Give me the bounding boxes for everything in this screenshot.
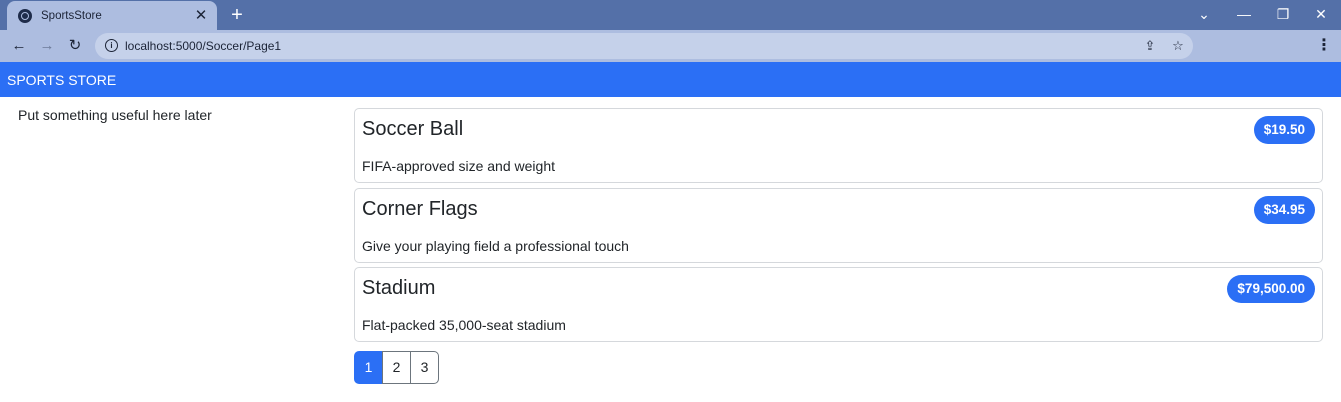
- url-text[interactable]: localhost:5000/Soccer/Page1: [125, 33, 281, 59]
- product-description: Flat-packed 35,000-seat stadium: [362, 317, 566, 333]
- pagination: 1 2 3: [354, 351, 439, 384]
- site-info-icon[interactable]: i: [105, 39, 118, 52]
- share-icon[interactable]: ⇪: [1141, 33, 1159, 59]
- minimize-icon[interactable]: —: [1224, 0, 1264, 30]
- reload-icon[interactable]: ↻: [64, 35, 86, 57]
- product-card: Soccer Ball $19.50 FIFA-approved size an…: [354, 108, 1323, 183]
- address-bar[interactable]: i localhost:5000/Soccer/Page1 ⇪ ☆: [95, 33, 1193, 59]
- forward-icon[interactable]: →: [36, 35, 58, 57]
- window-close-icon[interactable]: ✕: [1301, 0, 1341, 30]
- sidebar-placeholder-text: Put something useful here later: [18, 107, 212, 123]
- new-tab-button[interactable]: +: [226, 4, 248, 26]
- browser-tab[interactable]: SportsStore ✕: [7, 1, 217, 30]
- page-button-1[interactable]: 1: [354, 351, 383, 384]
- back-icon[interactable]: ←: [8, 35, 30, 57]
- page-button-3[interactable]: 3: [410, 351, 439, 384]
- product-description: FIFA-approved size and weight: [362, 158, 555, 174]
- browser-tab-strip: SportsStore ✕ + ⌄ — ❐ ✕: [0, 0, 1341, 30]
- product-name: Corner Flags: [362, 198, 478, 220]
- product-card: Corner Flags $34.95 Give your playing fi…: [354, 188, 1323, 263]
- bookmark-star-icon[interactable]: ☆: [1169, 33, 1187, 59]
- browser-menu-icon[interactable]: ⋮: [1316, 35, 1332, 57]
- page-button-2[interactable]: 2: [382, 351, 411, 384]
- restore-icon[interactable]: ❐: [1263, 0, 1303, 30]
- price-badge: $19.50: [1253, 116, 1315, 144]
- product-description: Give your playing field a professional t…: [362, 238, 629, 254]
- tab-title: SportsStore: [41, 9, 102, 22]
- browser-toolbar: ← → ↻ i localhost:5000/Soccer/Page1 ⇪ ☆ …: [0, 30, 1341, 62]
- product-name: Stadium: [362, 277, 436, 299]
- site-navbar: SPORTS STORE: [0, 62, 1341, 97]
- globe-icon: [18, 8, 32, 23]
- brand-title[interactable]: SPORTS STORE: [7, 62, 116, 98]
- product-card: Stadium $79,500.00 Flat-packed 35,000-se…: [354, 267, 1323, 342]
- tab-search-dropdown-icon[interactable]: ⌄: [1184, 0, 1224, 30]
- price-badge: $79,500.00: [1227, 275, 1315, 303]
- price-badge: $34.95: [1253, 196, 1315, 224]
- tab-close-icon[interactable]: ✕: [193, 7, 209, 24]
- product-name: Soccer Ball: [362, 118, 464, 140]
